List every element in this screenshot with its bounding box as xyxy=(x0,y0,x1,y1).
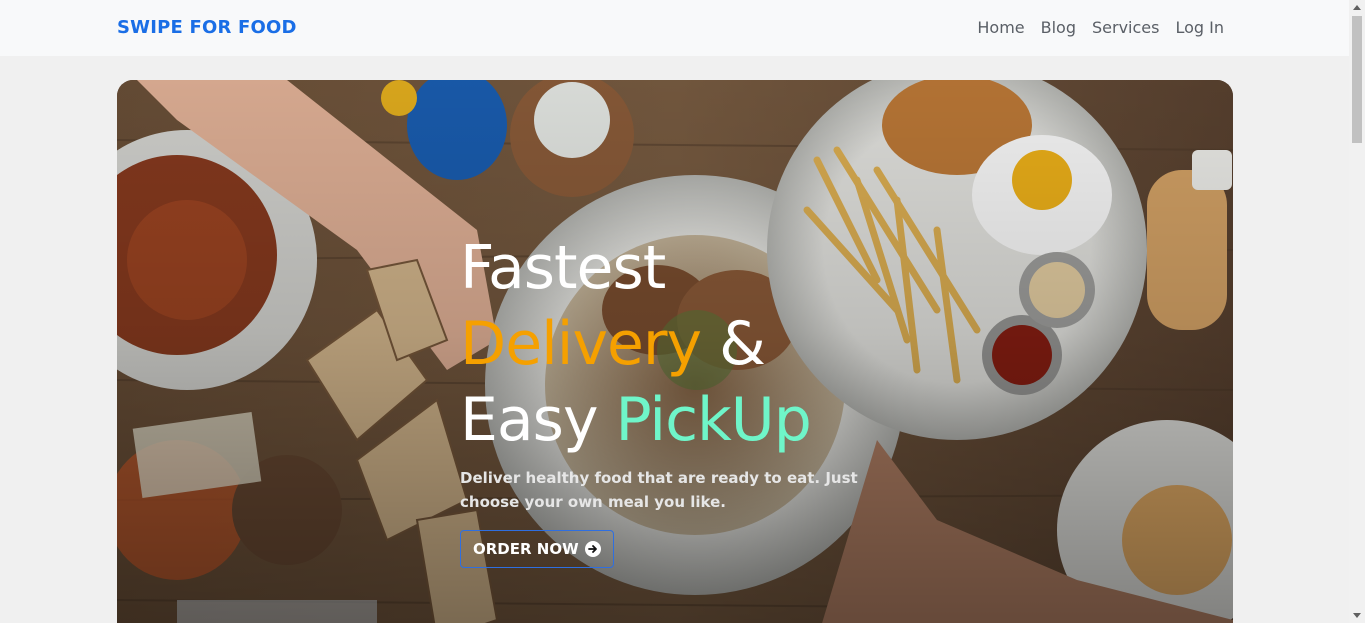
hero-banner: Fastest Delivery & Easy PickUp Deliver h… xyxy=(117,80,1233,623)
hero-content: Fastest Delivery & Easy PickUp Deliver h… xyxy=(460,230,920,568)
scrollbar-thumb[interactable] xyxy=(1352,16,1362,143)
headline-easy: Easy xyxy=(460,385,616,455)
order-now-button[interactable]: ORDER NOW xyxy=(460,530,614,568)
arrow-right-circle-icon xyxy=(584,541,601,557)
headline-line1: Fastest xyxy=(460,233,666,303)
navbar: SWIPE FOR FOOD Home Blog Services Log In xyxy=(0,0,1349,56)
order-now-label: ORDER NOW xyxy=(473,540,579,558)
nav-blog[interactable]: Blog xyxy=(1041,18,1076,37)
page-scrollbar[interactable] xyxy=(1349,0,1365,623)
scroll-up-icon[interactable] xyxy=(1353,5,1361,10)
hero-subtext: Deliver healthy food that are ready to e… xyxy=(460,469,858,511)
headline-highlight-delivery: Delivery xyxy=(460,309,702,379)
nav-home[interactable]: Home xyxy=(977,18,1024,37)
headline-ampersand: & xyxy=(701,309,766,379)
nav-login[interactable]: Log In xyxy=(1175,18,1224,37)
nav-services[interactable]: Services xyxy=(1092,18,1159,37)
nav-links: Home Blog Services Log In xyxy=(977,18,1224,37)
headline-highlight-pickup: PickUp xyxy=(615,385,812,455)
hero-headline: Fastest Delivery & Easy PickUp xyxy=(460,230,920,458)
brand-logo[interactable]: SWIPE FOR FOOD xyxy=(117,17,297,38)
scroll-down-icon[interactable] xyxy=(1353,613,1361,618)
